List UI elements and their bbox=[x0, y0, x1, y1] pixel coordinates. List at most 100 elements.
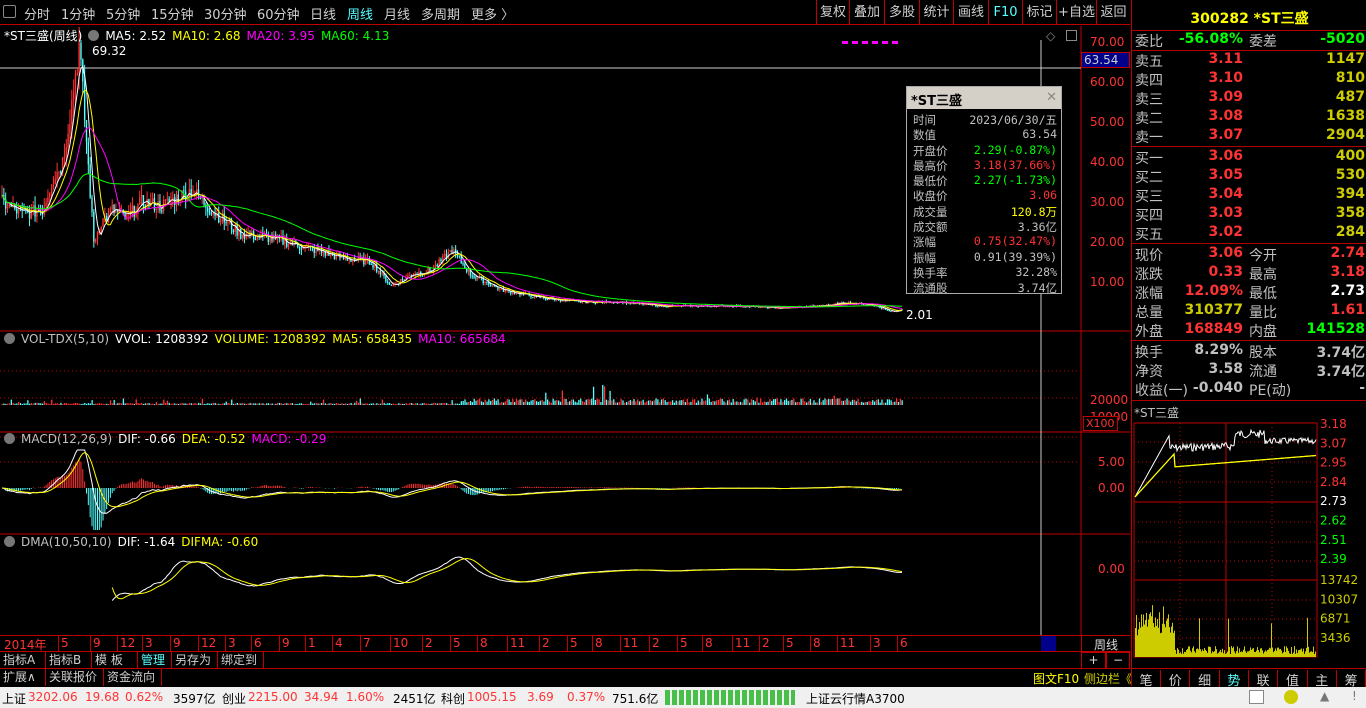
chevron-down-icon[interactable] bbox=[4, 536, 15, 547]
buy-row[interactable]: 买五 3.02 284 bbox=[1135, 224, 1365, 243]
tooltip-row: 流通股 3.74亿 bbox=[907, 280, 1061, 295]
intraday-volume-bar bbox=[1190, 650, 1191, 657]
intraday-volume-bar bbox=[1174, 630, 1175, 657]
toolbar-button[interactable]: F10 bbox=[988, 0, 1022, 25]
volume-bar bbox=[554, 400, 556, 405]
extension-tab[interactable]: 扩展∧ bbox=[0, 669, 46, 686]
toolbar-button[interactable]: 返回 bbox=[1096, 0, 1130, 25]
volume-bar bbox=[111, 403, 114, 405]
buy-row[interactable]: 买一 3.06 400 bbox=[1135, 148, 1365, 167]
indicator-tab[interactable]: 模 板 bbox=[92, 652, 138, 669]
document-icon[interactable] bbox=[1249, 690, 1264, 704]
candle bbox=[133, 205, 135, 217]
indicator-tab[interactable]: 另存为 bbox=[172, 652, 218, 669]
buy-row[interactable]: 买四 3.03 358 bbox=[1135, 205, 1365, 224]
notice-icon[interactable] bbox=[1284, 690, 1298, 704]
intraday-volume-bar bbox=[1304, 653, 1305, 657]
intraday-volume-bar bbox=[1311, 651, 1312, 657]
period-tab[interactable]: 多周期 bbox=[421, 4, 460, 23]
intraday-volume-bar bbox=[1186, 650, 1187, 657]
sell-row[interactable]: 卖五 3.11 1147 bbox=[1135, 51, 1365, 70]
volume-bar bbox=[556, 399, 558, 405]
intraday-volume-bar bbox=[1201, 651, 1202, 657]
panel-icon[interactable] bbox=[1066, 30, 1077, 41]
period-tab[interactable]: 1分钟 bbox=[61, 4, 95, 23]
f10-button[interactable]: 图文F10 bbox=[1033, 670, 1079, 687]
sell-row[interactable]: 卖一 3.07 2904 bbox=[1135, 127, 1365, 146]
volume-bar bbox=[231, 399, 233, 405]
toolbar-button[interactable]: 叠加 bbox=[849, 0, 884, 25]
candle bbox=[388, 282, 391, 285]
intraday-volume-bar bbox=[1295, 653, 1296, 657]
volume-bar bbox=[815, 402, 817, 405]
volume-bar bbox=[486, 401, 488, 405]
diamond-icon[interactable]: ◇ bbox=[1046, 29, 1055, 43]
toolbar-button[interactable]: 复权 bbox=[816, 0, 849, 25]
volume-bar bbox=[89, 403, 91, 405]
volume-bar bbox=[624, 402, 626, 405]
volume-bar bbox=[238, 403, 240, 405]
period-tab[interactable]: 30分钟 bbox=[204, 4, 247, 23]
volume-bar bbox=[789, 400, 791, 405]
volume-bar bbox=[708, 398, 710, 405]
volume-bar bbox=[7, 403, 9, 405]
period-toolbar: 分时 1分钟 5分钟 15分钟 30分钟 60分钟 日线 周线 月线 多周期 更多 〉 复权 叠加 多股… bbox=[0, 0, 1130, 25]
period-tab[interactable]: 5分钟 bbox=[106, 4, 140, 23]
volume-bar bbox=[464, 399, 466, 405]
volume-bar bbox=[657, 399, 659, 405]
tooltip-key: 数值 bbox=[913, 128, 936, 143]
period-tab[interactable]: 15分钟 bbox=[151, 4, 194, 23]
indicator-tab[interactable]: 绑定到 bbox=[218, 652, 264, 669]
volume-bar bbox=[216, 403, 218, 405]
period-button[interactable]: 周线 bbox=[1081, 636, 1130, 652]
stat-row: 外盘 168849 内盘 141528 bbox=[1135, 321, 1365, 340]
zoom-out-button[interactable]: − bbox=[1106, 652, 1130, 669]
period-tab[interactable]: 更多 〉 bbox=[471, 4, 514, 23]
close-icon[interactable]: ✕ bbox=[1046, 90, 1057, 105]
candle bbox=[76, 73, 79, 75]
chevron-down-icon[interactable] bbox=[4, 433, 15, 444]
period-tab[interactable]: 月线 bbox=[384, 4, 410, 23]
extension-tab[interactable]: 关联报价 bbox=[46, 669, 104, 686]
sell-row[interactable]: 卖四 3.10 810 bbox=[1135, 70, 1365, 89]
period-tab[interactable]: 分时 bbox=[24, 4, 50, 23]
date-label: 2 bbox=[649, 636, 660, 651]
intraday-volume-bar bbox=[1290, 653, 1291, 657]
sell-row[interactable]: 卖三 3.09 487 bbox=[1135, 89, 1365, 108]
intraday-chart[interactable]: 3.18 3.07 2.95 2.84 2.73 2.62 2.51 2.39 13742 103… bbox=[1132, 400, 1366, 660]
sell-row[interactable]: 卖二 3.08 1638 bbox=[1135, 108, 1365, 127]
tree-icon[interactable]: ▲ bbox=[1320, 689, 1329, 703]
period-tab[interactable]: 60分钟 bbox=[257, 4, 300, 23]
buy-row[interactable]: 买二 3.05 530 bbox=[1135, 167, 1365, 186]
chevron-down-icon[interactable] bbox=[88, 30, 100, 41]
level-label: 卖五 bbox=[1135, 54, 1163, 70]
intraday-volume-bar bbox=[1229, 647, 1230, 657]
toolbar-button[interactable]: 统计 bbox=[919, 0, 953, 25]
level-label: 买三 bbox=[1135, 189, 1163, 205]
sidebar-toggle[interactable]: 侧边栏《 bbox=[1084, 670, 1132, 687]
extension-tab[interactable]: 资金流向 bbox=[104, 669, 162, 686]
volume-bar bbox=[721, 398, 723, 405]
zoom-in-button[interactable]: + bbox=[1081, 652, 1106, 669]
intraday-volume-bar bbox=[1180, 652, 1181, 657]
indicator-tab[interactable]: 指标B bbox=[46, 652, 92, 669]
volume-bar bbox=[131, 403, 134, 405]
volume-bar bbox=[758, 402, 760, 405]
toolbar-button[interactable]: 画线 bbox=[953, 0, 988, 25]
toolbar-button[interactable]: 多股 bbox=[884, 0, 919, 25]
intraday-volume-bar bbox=[1167, 618, 1168, 657]
pin-icon[interactable]: ! bbox=[1352, 689, 1357, 703]
buy-row[interactable]: 买三 3.04 394 bbox=[1135, 186, 1365, 205]
volume-bar bbox=[800, 398, 802, 405]
period-tab[interactable]: 日线 bbox=[310, 4, 336, 23]
candle bbox=[94, 239, 97, 242]
chevron-down-icon[interactable] bbox=[4, 333, 15, 344]
panel-toggle-icon[interactable] bbox=[3, 5, 16, 18]
indicator-tab[interactable]: 管理 bbox=[138, 652, 172, 669]
toolbar-button[interactable]: +自选 bbox=[1056, 0, 1096, 25]
toolbar-button[interactable]: 标记 bbox=[1022, 0, 1056, 25]
indicator-tab[interactable]: 指标A bbox=[0, 652, 46, 669]
tooltip-row: 涨幅 0.75(32.47%) bbox=[907, 234, 1061, 249]
period-tab[interactable]: 周线 bbox=[347, 4, 373, 23]
volume-bar bbox=[901, 400, 903, 405]
